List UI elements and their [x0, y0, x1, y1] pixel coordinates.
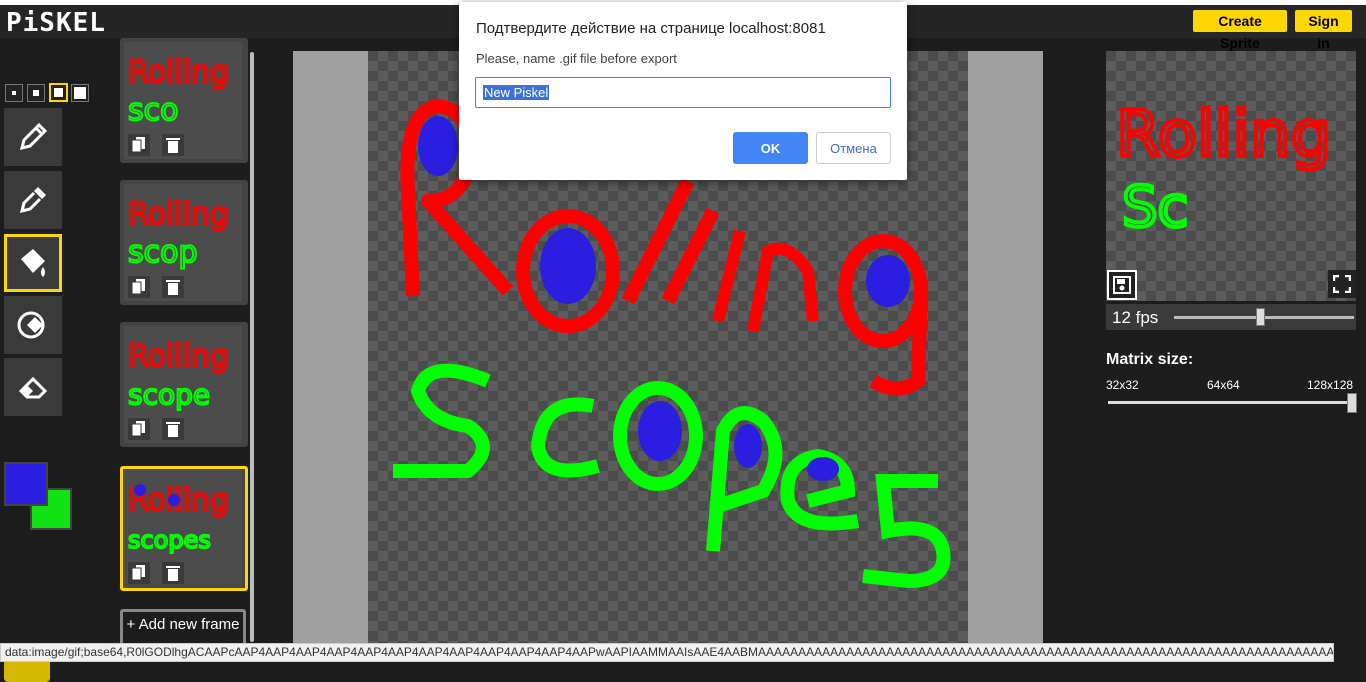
fullscreen-preview-button[interactable]	[1328, 270, 1356, 298]
matrix-size-slider-thumb[interactable]	[1347, 393, 1357, 413]
sign-in-button[interactable]: Sign in	[1295, 10, 1352, 51]
paint-bucket-icon	[21, 249, 45, 277]
paint-same-color-tool[interactable]	[4, 296, 62, 354]
delete-frame-button[interactable]	[162, 562, 184, 584]
eraser-icon	[18, 376, 48, 399]
matrix-option-64: 64x64	[1207, 378, 1240, 392]
frames-scrollbar[interactable]	[250, 52, 254, 642]
svg-text:Rolling: Rolling	[128, 339, 229, 374]
fps-label: 12 fps	[1112, 308, 1159, 327]
duplicate-frame-button[interactable]	[128, 134, 150, 156]
eyedropper-tool[interactable]	[4, 171, 62, 229]
duplicate-frame-button[interactable]	[128, 418, 150, 440]
frame-tile-4[interactable]: Rolling scopes	[120, 466, 248, 591]
pen-size-4[interactable]	[71, 84, 89, 102]
matrix-size-title: Matrix size:	[1106, 351, 1194, 368]
dialog-message: Please, name .gif file before export	[476, 51, 677, 66]
pencil-icon	[19, 122, 48, 151]
save-preview-button[interactable]	[1107, 270, 1137, 300]
svg-text:Rolling: Rolling	[1116, 98, 1331, 172]
gif-name-selected-text: New Piskel	[483, 85, 550, 100]
eraser-tool[interactable]	[4, 358, 62, 416]
paint-bucket-tool[interactable]	[4, 234, 62, 292]
trash-icon	[166, 566, 180, 581]
matrix-option-128: 128x128	[1307, 378, 1354, 392]
create-sprite-button[interactable]: Create Sprite	[1193, 10, 1287, 51]
dialog-title: Подтвердите действие на странице localho…	[476, 20, 826, 37]
copy-icon	[132, 421, 145, 437]
frame-tile-1[interactable]: Rolling sco	[120, 38, 248, 163]
frames-panel: Rolling sco Rolling scop Rolling scope R…	[112, 38, 256, 638]
piskel-logo[interactable]: PiSKEL	[6, 9, 106, 37]
paint-same-color-icon	[17, 311, 45, 339]
svg-text:scope: scope	[128, 378, 210, 411]
delete-frame-button[interactable]	[162, 134, 184, 156]
delete-frame-button[interactable]	[162, 418, 184, 440]
primary-color-swatch[interactable]	[4, 462, 48, 506]
svg-text:Sc: Sc	[1122, 175, 1188, 240]
pen-size-1[interactable]	[5, 84, 23, 102]
save-icon	[1113, 276, 1131, 294]
pen-tool[interactable]	[4, 108, 62, 166]
trash-icon	[166, 280, 180, 295]
svg-text:sco: sco	[128, 93, 178, 128]
animation-preview: Rolling Sc	[1106, 51, 1356, 301]
delete-frame-button[interactable]	[162, 276, 184, 298]
svg-text:Rolling: Rolling	[128, 55, 229, 90]
fullscreen-icon	[1333, 275, 1351, 293]
copy-icon	[132, 137, 145, 153]
matrix-size-slider-track[interactable]	[1108, 401, 1356, 404]
trash-icon	[166, 138, 180, 153]
frame-tile-3[interactable]: Rolling scope	[120, 322, 248, 447]
cancel-button[interactable]: Отмена	[816, 132, 891, 164]
matrix-option-32: 32x32	[1106, 378, 1139, 392]
duplicate-frame-button[interactable]	[128, 562, 150, 584]
copy-icon	[132, 565, 145, 581]
svg-text:scopes: scopes	[128, 526, 211, 554]
copy-icon	[132, 279, 145, 295]
eyedropper-icon	[19, 187, 46, 214]
ok-button[interactable]: OK	[733, 132, 808, 164]
frame-tile-2[interactable]: Rolling scop	[120, 180, 248, 305]
pen-size-2[interactable]	[27, 84, 45, 102]
tools-panel	[0, 38, 89, 682]
trash-icon	[166, 422, 180, 437]
status-bar-url: data:image/gif;base64,R0lGODlhgACAAPcAAP…	[0, 643, 1334, 662]
duplicate-frame-button[interactable]	[128, 276, 150, 298]
fps-slider-thumb[interactable]	[1256, 308, 1265, 326]
svg-text:scop: scop	[128, 235, 198, 270]
prompt-dialog: Подтвердите действие на странице localho…	[459, 2, 907, 180]
svg-text:Rolling: Rolling	[128, 197, 229, 232]
fps-control: 12 fps	[1106, 304, 1356, 330]
pen-size-3[interactable]	[49, 83, 68, 102]
